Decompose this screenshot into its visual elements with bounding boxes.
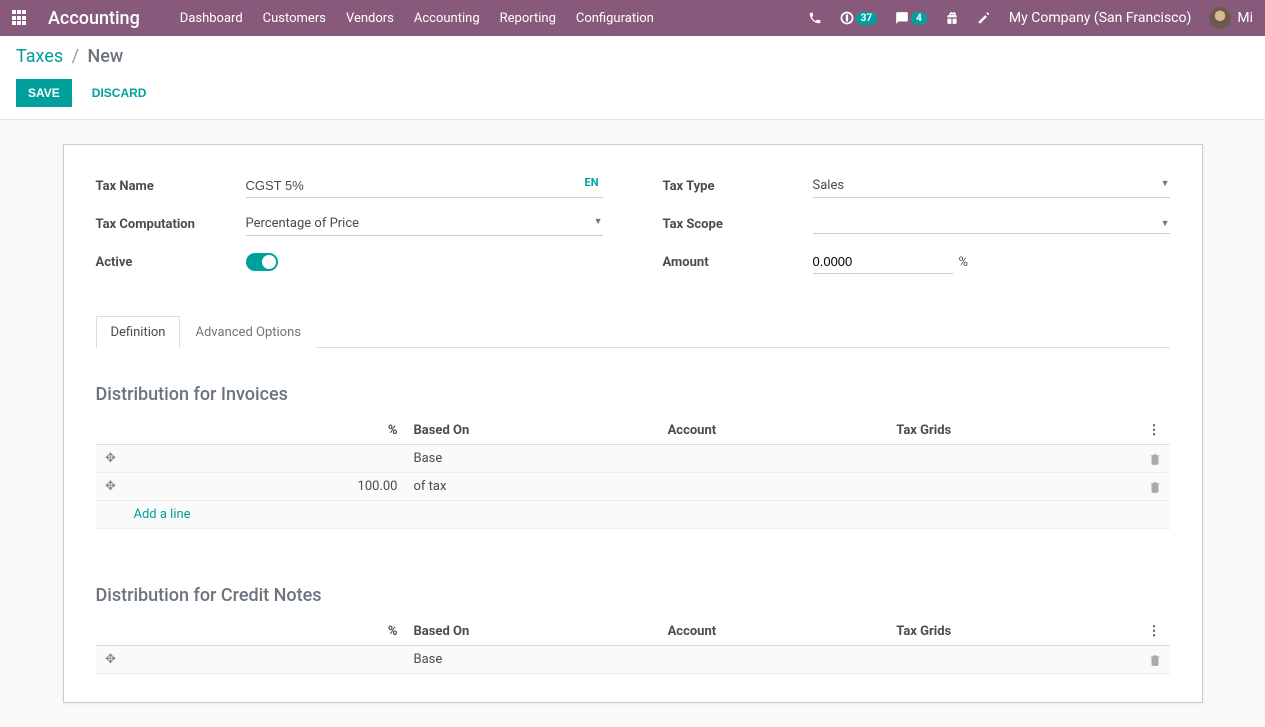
nav-dashboard[interactable]: Dashboard [180,11,243,26]
table-row[interactable]: ✥ Base [96,646,1170,674]
form-background: Tax Name EN Tax Computation Percentage o… [0,120,1265,727]
cell-percent[interactable] [126,445,406,473]
invoices-table: % Based On Account Tax Grids ⋮ ✥ Base [96,417,1170,529]
notebook: Definition Advanced Options Distribution… [96,315,1170,674]
messaging-icon[interactable]: 4 [895,11,927,25]
delete-row-icon[interactable] [1140,646,1170,674]
brand[interactable]: Accounting [48,8,140,29]
nav-right: 37 4 My Company (San Francisco) Mi [808,7,1253,29]
studio-icon[interactable] [977,11,991,25]
tax-name-input[interactable] [246,174,603,198]
delete-row-icon[interactable] [1140,445,1170,473]
drag-handle-icon[interactable]: ✥ [96,646,126,674]
nav-menu: Dashboard Customers Vendors Accounting R… [180,11,808,26]
cell-tax-grids[interactable] [888,473,1139,501]
nav-reporting[interactable]: Reporting [500,11,556,26]
cell-based-on[interactable]: Base [406,445,660,473]
messaging-badge: 4 [911,12,927,25]
tax-type-value: Sales [813,178,845,193]
drag-handle-icon[interactable]: ✥ [96,445,126,473]
control-buttons: Save Discard [16,79,1249,107]
cell-tax-grids[interactable] [888,445,1139,473]
cell-account[interactable] [660,445,889,473]
col-based-on: Based On [406,618,660,646]
breadcrumb: Taxes / New [16,46,1249,67]
tax-type-select[interactable]: Sales ▼ [813,174,1170,198]
tax-type-label: Tax Type [663,179,813,194]
breadcrumb-separator: / [72,46,79,67]
user-name: Mi [1237,10,1253,26]
delete-row-icon[interactable] [1140,473,1170,501]
tax-computation-value: Percentage of Price [246,216,360,231]
caret-icon: ▼ [594,216,603,231]
phone-icon[interactable] [808,11,822,25]
tab-definition[interactable]: Definition [96,316,181,348]
col-options-icon[interactable]: ⋮ [1140,618,1170,646]
control-panel: Taxes / New Save Discard [0,36,1265,120]
cell-account[interactable] [660,646,889,674]
user-menu[interactable]: Mi [1209,7,1253,29]
cell-percent[interactable]: 100.00 [126,473,406,501]
col-percent: % [126,417,406,445]
active-label: Active [96,255,246,270]
col-percent: % [126,618,406,646]
apps-icon[interactable] [12,10,28,26]
nav-configuration[interactable]: Configuration [576,11,654,26]
nav-accounting[interactable]: Accounting [414,11,480,26]
save-button[interactable]: Save [16,79,72,107]
tax-scope-label: Tax Scope [663,217,813,232]
cell-tax-grids[interactable] [888,646,1139,674]
amount-suffix: % [959,255,969,270]
invoices-section-title: Distribution for Invoices [96,384,1170,405]
nav-vendors[interactable]: Vendors [346,11,394,26]
avatar [1209,7,1231,29]
col-account: Account [660,618,889,646]
gift-icon[interactable] [945,11,959,25]
tab-advanced[interactable]: Advanced Options [180,316,315,348]
col-tax-grids: Tax Grids [888,618,1139,646]
company-name: My Company (San Francisco) [1009,10,1191,26]
add-line-row: Add a line [96,501,1170,529]
caret-icon: ▼ [1161,218,1170,229]
cell-based-on[interactable]: Base [406,646,660,674]
table-row[interactable]: ✥ 100.00 of tax [96,473,1170,501]
add-line-link[interactable]: Add a line [134,507,191,522]
tax-computation-label: Tax Computation [96,217,246,232]
tab-content: Distribution for Invoices % Based On Acc… [96,348,1170,674]
breadcrumb-parent[interactable]: Taxes [16,46,63,67]
col-account: Account [660,417,889,445]
tax-scope-select[interactable]: ▼ [813,214,1170,234]
active-toggle[interactable] [246,253,278,271]
discard-button[interactable]: Discard [86,79,153,107]
navbar: Accounting Dashboard Customers Vendors A… [0,0,1265,36]
tax-computation-select[interactable]: Percentage of Price ▼ [246,212,603,236]
nav-customers[interactable]: Customers [263,11,326,26]
cell-based-on[interactable]: of tax [406,473,660,501]
activity-badge: 37 [856,12,877,25]
company-switcher[interactable]: My Company (San Francisco) [1009,10,1191,26]
activity-icon[interactable]: 37 [840,11,877,25]
col-based-on: Based On [406,417,660,445]
cell-percent[interactable] [126,646,406,674]
caret-icon: ▼ [1161,178,1170,193]
drag-handle-icon[interactable]: ✥ [96,473,126,501]
tabs: Definition Advanced Options [96,315,1170,348]
form-sheet: Tax Name EN Tax Computation Percentage o… [63,144,1203,703]
credit-notes-section-title: Distribution for Credit Notes [96,585,1170,606]
cell-account[interactable] [660,473,889,501]
amount-input[interactable] [813,250,953,274]
amount-label: Amount [663,255,813,270]
tax-name-label: Tax Name [96,179,246,194]
col-tax-grids: Tax Grids [888,417,1139,445]
breadcrumb-current: New [88,46,124,67]
table-row[interactable]: ✥ Base [96,445,1170,473]
credit-notes-table: % Based On Account Tax Grids ⋮ ✥ Base [96,618,1170,674]
lang-badge[interactable]: EN [585,176,599,189]
col-options-icon[interactable]: ⋮ [1140,417,1170,445]
